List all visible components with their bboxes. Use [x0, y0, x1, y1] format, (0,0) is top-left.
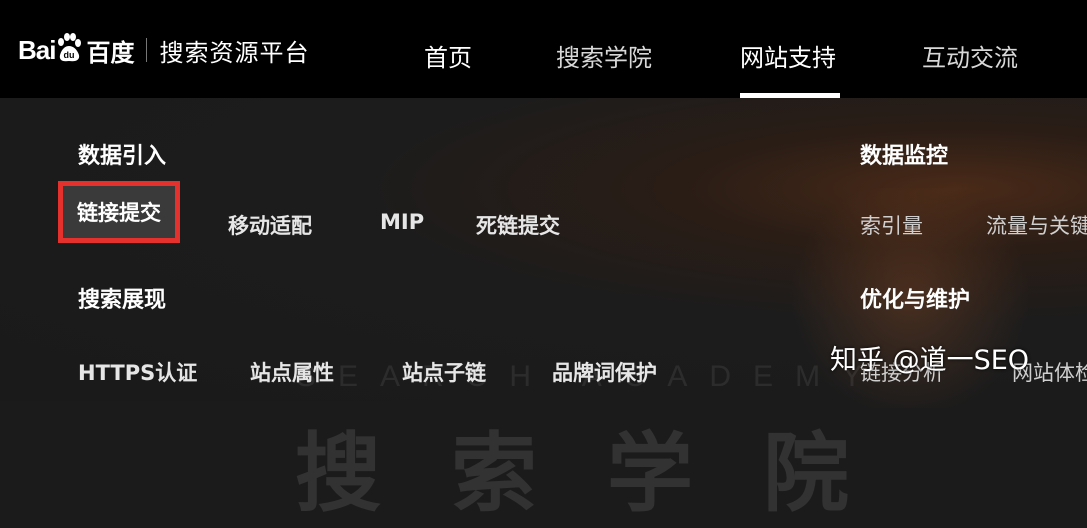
logo-divider: [146, 38, 148, 62]
baidu-logo[interactable]: Bai du 百度 搜索资源平台: [18, 30, 309, 70]
link-site-sublinks[interactable]: 站点子链: [402, 357, 486, 387]
link-index-volume[interactable]: 索引量: [860, 210, 923, 240]
logo-text-chinese: 百度: [86, 38, 135, 67]
group-title-optimize-maintain: 优化与维护: [860, 288, 971, 313]
svg-text:du: du: [64, 50, 75, 60]
link-traffic-keywords[interactable]: 流量与关键: [986, 210, 1087, 240]
link-https[interactable]: HTTPS认证: [78, 357, 197, 387]
link-site-attributes[interactable]: 站点属性: [250, 357, 334, 387]
nav-site-support[interactable]: 网站支持: [740, 38, 836, 73]
zhihu-credit-watermark: 知乎 @道一SEO: [830, 345, 1030, 376]
logo-text: Bai: [18, 34, 56, 65]
nav-search-academy[interactable]: 搜索学院: [556, 38, 652, 73]
paw-icon: du: [56, 33, 82, 67]
link-brand-protection[interactable]: 品牌词保护: [552, 357, 657, 387]
nav-home[interactable]: 首页: [424, 38, 472, 73]
group-title-data-monitor: 数据监控: [860, 144, 949, 169]
group-title-data-import: 数据引入: [78, 144, 167, 169]
link-mip[interactable]: MIP: [380, 210, 424, 234]
top-navigation-bar: Bai du 百度 搜索资源平台 首页 搜索学院 网站支持 互动交流: [0, 0, 1087, 98]
group-title-search-display: 搜索展现: [78, 288, 167, 313]
link-mobile-adapt[interactable]: 移动适配: [228, 210, 312, 240]
watermark-chinese: 搜索学院: [295, 424, 919, 524]
platform-name: 搜索资源平台: [159, 38, 310, 67]
nav-interaction[interactable]: 互动交流: [922, 38, 1018, 73]
link-submit-links[interactable]: 链接提交: [58, 181, 180, 243]
link-dead-link-submit[interactable]: 死链提交: [476, 210, 560, 240]
